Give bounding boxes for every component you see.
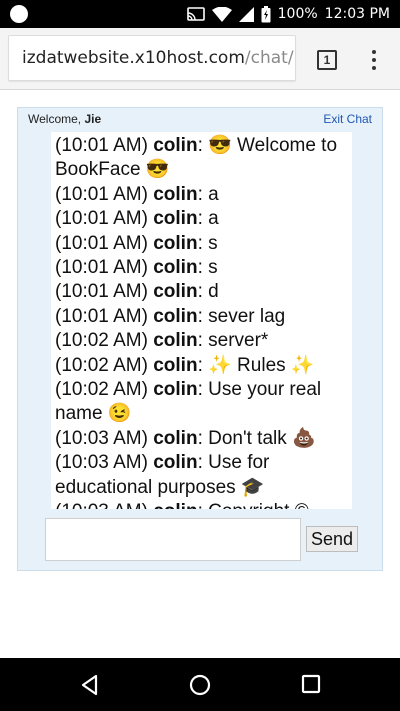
address-bar[interactable]: izdatwebsite.x10host.com/chat/r: [8, 35, 296, 81]
message-time: (10:02 AM): [55, 379, 148, 401]
message-text: d: [208, 281, 219, 303]
message-user: colin: [153, 501, 197, 509]
exit-chat-link[interactable]: Exit Chat: [323, 112, 372, 126]
message-text: Don't talk 💩: [208, 427, 316, 449]
chat-log[interactable]: (10:01 AM) colin: 😎 Welcome to BookFace …: [51, 132, 352, 509]
message-time: (10:01 AM): [55, 232, 148, 254]
message-text: Copyright ©: [208, 501, 309, 509]
message-text: s: [208, 257, 218, 279]
welcome-text: Welcome, Jie: [28, 112, 102, 126]
message-input[interactable]: [45, 518, 301, 561]
browser-toolbar: izdatwebsite.x10host.com/chat/r 1: [0, 28, 400, 90]
battery-percent: 100%: [277, 6, 318, 22]
chat-message: (10:02 AM) colin: ✨ Rules ✨: [55, 354, 315, 376]
chat-message: (10:01 AM) colin: sever lag: [55, 305, 286, 327]
message-user: colin: [153, 208, 198, 230]
send-button[interactable]: Send: [306, 526, 358, 552]
message-user: colin: [153, 379, 198, 401]
message-time: (10:03 AM): [55, 501, 148, 509]
recents-icon[interactable]: [301, 674, 321, 694]
message-text: a: [208, 183, 219, 205]
message-user: colin: [153, 452, 198, 474]
home-icon[interactable]: [189, 674, 211, 696]
wifi-icon: [211, 6, 232, 22]
message-time: (10:01 AM): [55, 208, 148, 230]
url-host: izdatwebsite.x10host.com: [22, 48, 245, 68]
chat-message: (10:02 AM) colin: server*: [55, 330, 269, 352]
notification-icon: [10, 5, 28, 23]
back-icon[interactable]: [79, 674, 101, 696]
message-time: (10:02 AM): [55, 354, 148, 376]
message-time: (10:01 AM): [55, 135, 148, 156]
message-user: colin: [153, 257, 198, 279]
message-time: (10:01 AM): [55, 281, 148, 303]
chat-message: (10:01 AM) colin: a: [55, 208, 219, 230]
message-user: colin: [153, 427, 198, 449]
message-text: s: [208, 232, 218, 254]
chat-message: (10:01 AM) colin: s: [55, 257, 218, 279]
message-user: colin: [153, 281, 198, 303]
chat-message: (10:03 AM) colin: Use for educational pu…: [55, 452, 270, 498]
chat-message: (10:01 AM) colin: a: [55, 183, 219, 205]
message-user: colin: [153, 183, 198, 205]
chat-message: (10:01 AM) colin: d: [55, 281, 219, 303]
clock: 12:03 PM: [324, 6, 390, 22]
chat-message: (10:02 AM) colin: Use your real name 😉: [55, 379, 322, 425]
chat-message: (10:01 AM) colin: 😎 Welcome to BookFace …: [55, 135, 338, 181]
message-text: server*: [208, 330, 269, 352]
message-time: (10:01 AM): [55, 257, 148, 279]
message-user: colin: [153, 354, 198, 376]
message-text: a: [208, 208, 219, 230]
message-user: colin: [153, 135, 198, 156]
battery-icon: [261, 5, 271, 22]
message-user: colin: [153, 330, 198, 352]
tab-switcher-button[interactable]: 1: [317, 50, 337, 70]
message-text: sever lag: [208, 305, 286, 327]
chat-panel: Welcome, Jie Exit Chat (10:01 AM) colin:…: [17, 107, 383, 571]
overflow-menu-icon[interactable]: [364, 46, 384, 74]
message-text: ✨ Rules ✨: [208, 354, 315, 376]
message-user: colin: [153, 305, 198, 327]
status-bar: 100% 12:03 PM: [0, 0, 400, 28]
message-time: (10:03 AM): [55, 427, 148, 449]
url-path: /chat/r: [244, 48, 296, 68]
chat-message: (10:03 AM) colin: Copyright ©: [55, 500, 348, 509]
message-time: (10:03 AM): [55, 452, 148, 474]
chat-message: (10:03 AM) colin: Don't talk 💩: [55, 427, 316, 449]
welcome-username: Jie: [84, 112, 102, 126]
chat-message: (10:01 AM) colin: s: [55, 232, 218, 254]
navigation-bar: [0, 658, 400, 711]
signal-icon: [238, 6, 254, 22]
message-time: (10:01 AM): [55, 183, 148, 205]
message-user: colin: [153, 232, 198, 254]
message-time: (10:01 AM): [55, 305, 148, 327]
cast-icon: [186, 7, 205, 21]
message-time: (10:02 AM): [55, 330, 148, 352]
